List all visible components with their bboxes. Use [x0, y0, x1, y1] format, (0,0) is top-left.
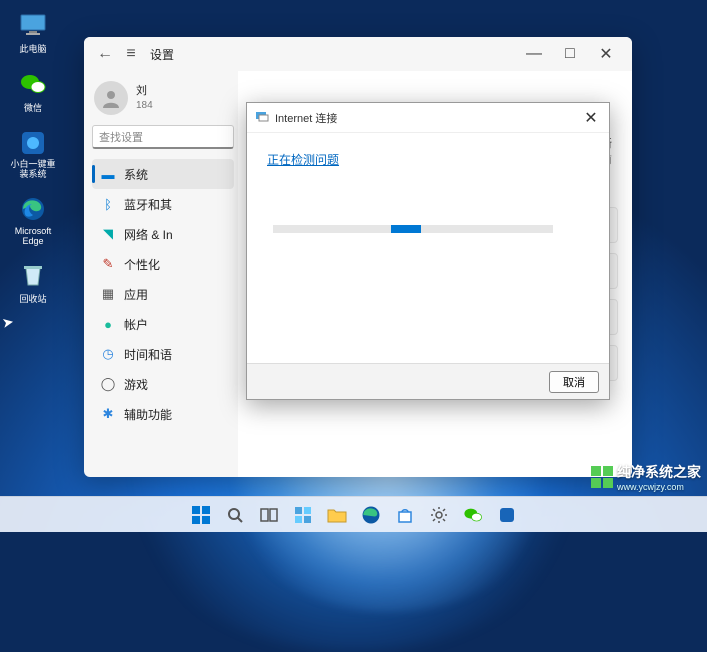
recycle-bin-icon	[18, 260, 48, 290]
sidebar-item-accessibility[interactable]: ✱ 辅助功能	[92, 399, 234, 429]
sidebar-item-label: 网络 & In	[124, 226, 173, 243]
dialog-header: Internet 连接 ✕	[247, 103, 609, 133]
menu-button[interactable]: ≡	[118, 41, 144, 67]
desktop-icon-label: 微信	[24, 101, 42, 114]
sidebar-item-time-language[interactable]: ◷ 时间和语	[92, 339, 234, 369]
desktop-icon-label: 此电脑	[19, 42, 46, 55]
dialog-close-button[interactable]: ✕	[581, 108, 601, 128]
sidebar-item-accounts[interactable]: ● 帐户	[92, 309, 234, 339]
desktop-icon-label: 回收站	[19, 292, 46, 305]
close-button[interactable]: ✕	[588, 40, 624, 68]
reinstall-icon	[18, 128, 48, 158]
desktop-icon-this-pc[interactable]: 此电脑	[8, 10, 58, 55]
sidebar-item-apps[interactable]: ▦ 应用	[92, 279, 234, 309]
account-icon: ●	[100, 316, 116, 332]
dialog-title-text: Internet 连接	[275, 110, 337, 126]
wechat-button[interactable]	[459, 501, 487, 529]
brush-icon: ✎	[100, 256, 116, 272]
widgets-button[interactable]	[289, 501, 317, 529]
sidebar-item-gaming[interactable]: ◯ 游戏	[92, 369, 234, 399]
sidebar-item-label: 辅助功能	[124, 406, 172, 423]
desktop-icon-wechat[interactable]: 微信	[8, 69, 58, 114]
store-button[interactable]	[391, 501, 419, 529]
explorer-button[interactable]	[323, 501, 351, 529]
settings-button[interactable]	[425, 501, 453, 529]
back-button[interactable]: ←	[92, 41, 118, 67]
sidebar-item-label: 帐户	[124, 316, 148, 333]
sidebar-item-label: 系统	[124, 166, 148, 183]
desktop-icon-recycle-bin[interactable]: 回收站	[8, 260, 58, 305]
progress-indicator	[391, 225, 421, 233]
desktop-icon-xiaobai[interactable]: 小白一键重装系统	[8, 128, 58, 180]
avatar	[94, 81, 128, 115]
task-view-button[interactable]	[255, 501, 283, 529]
wechat-icon	[18, 69, 48, 99]
edge-icon	[18, 194, 48, 224]
settings-sidebar: 刘 184 查找设置 ▬ 系统 ᛒ 蓝牙和其 ◥ 网络 & In ✎ 个性化	[84, 71, 238, 477]
start-button[interactable]	[187, 501, 215, 529]
watermark-badge-icon	[591, 466, 613, 488]
minimize-button[interactable]: ―	[516, 40, 552, 68]
sidebar-item-network[interactable]: ◥ 网络 & In	[92, 219, 234, 249]
sidebar-item-bluetooth[interactable]: ᛒ 蓝牙和其	[92, 189, 234, 219]
maximize-button[interactable]: □	[552, 40, 588, 68]
wifi-icon: ◥	[100, 226, 116, 242]
apps-icon: ▦	[100, 286, 116, 302]
gaming-icon: ◯	[100, 376, 116, 392]
user-sub: 184	[136, 99, 153, 112]
watermark: 纯净系统之家 www.ycwjzy.com	[591, 462, 701, 492]
user-account-row[interactable]: 刘 184	[92, 77, 234, 125]
taskbar	[0, 496, 707, 532]
user-name: 刘	[136, 84, 153, 98]
sidebar-item-label: 个性化	[124, 256, 160, 273]
pc-icon	[18, 10, 48, 40]
search-input[interactable]: 查找设置	[92, 125, 234, 149]
network-icon	[255, 109, 269, 126]
sidebar-item-personalization[interactable]: ✎ 个性化	[92, 249, 234, 279]
edge-button[interactable]	[357, 501, 385, 529]
troubleshooter-dialog: Internet 连接 ✕ 正在检测问题 取消	[246, 102, 610, 400]
system-icon: ▬	[100, 166, 116, 182]
desktop-icon-label: Microsoft Edge	[8, 226, 58, 246]
desktop-icon-label: 小白一键重装系统	[8, 160, 58, 180]
clock-icon: ◷	[100, 346, 116, 362]
watermark-url: www.ycwjzy.com	[617, 482, 701, 492]
sidebar-item-system[interactable]: ▬ 系统	[92, 159, 234, 189]
cancel-button[interactable]: 取消	[549, 371, 599, 393]
window-titlebar: ← ≡ 设置 ― □ ✕	[84, 37, 632, 71]
sidebar-item-label: 应用	[124, 286, 148, 303]
desktop-icon-edge[interactable]: Microsoft Edge	[8, 194, 58, 246]
sidebar-item-label: 蓝牙和其	[124, 196, 172, 213]
watermark-text: 纯净系统之家	[617, 464, 701, 480]
bluetooth-icon: ᛒ	[100, 196, 116, 212]
search-placeholder: 查找设置	[99, 129, 143, 145]
accessibility-icon: ✱	[100, 406, 116, 422]
sidebar-item-label: 时间和语	[124, 346, 172, 363]
dialog-footer: 取消	[247, 363, 609, 399]
status-text[interactable]: 正在检测问题	[267, 153, 339, 167]
app-button[interactable]	[493, 501, 521, 529]
sidebar-item-label: 游戏	[124, 376, 148, 393]
progress-bar	[273, 225, 553, 233]
desktop-icons: 此电脑 微信 小白一键重装系统 Microsoft Edge 回收站	[8, 10, 58, 305]
dialog-body: 正在检测问题	[247, 133, 609, 363]
search-button[interactable]	[221, 501, 249, 529]
window-title: 设置	[150, 46, 174, 63]
